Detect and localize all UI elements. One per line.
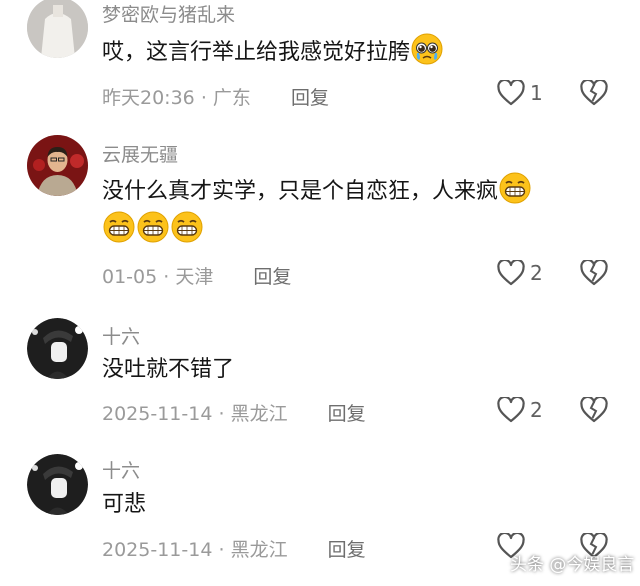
- heart-icon: [497, 260, 525, 286]
- grinning-face-emoji-icon: [137, 211, 169, 243]
- like-button[interactable]: 1: [497, 80, 543, 106]
- comment-location: 广东: [212, 87, 251, 109]
- like-button[interactable]: 2: [497, 260, 543, 286]
- reply-button[interactable]: 回复: [253, 266, 291, 288]
- comment-date: 昨天20:36: [102, 87, 195, 109]
- meta-separator: ·: [218, 539, 225, 561]
- comment-text: 可悲: [102, 486, 612, 524]
- grinning-face-emoji-icon: [499, 172, 531, 204]
- comment-meta: 01-05 · 天津 回复: [102, 262, 291, 289]
- avatar[interactable]: [27, 318, 88, 379]
- like-count: 2: [530, 398, 543, 422]
- emoji-row: [102, 211, 204, 243]
- comment-meta: 2025-11-14 · 黑龙江 回复: [102, 399, 366, 426]
- dislike-button[interactable]: [580, 258, 608, 290]
- comment-date: 2025-11-14: [102, 539, 213, 561]
- reply-button[interactable]: 回复: [328, 539, 366, 561]
- username[interactable]: 十六: [102, 456, 140, 483]
- like-count: 1: [530, 81, 543, 105]
- comment-text: 哎，这言行举止给我感觉好拉胯: [102, 33, 612, 72]
- broken-heart-icon: [580, 258, 608, 286]
- broken-heart-icon: [580, 78, 608, 106]
- comment-item: 梦密欧与猪乱来 哎，这言行举止给我感觉好拉胯 昨天20:36 · 广东 回复 1: [0, 0, 640, 120]
- like-count: 2: [530, 261, 543, 285]
- dislike-button[interactable]: [580, 78, 608, 110]
- avatar[interactable]: [27, 0, 88, 58]
- comment-text-body: 没什么真才实学，只是个自恋狂，人来疯: [102, 179, 499, 204]
- username[interactable]: 梦密欧与猪乱来: [102, 0, 235, 27]
- username[interactable]: 云展无疆: [102, 140, 178, 167]
- grinning-face-emoji-icon: [103, 211, 135, 243]
- avatar[interactable]: [27, 135, 88, 196]
- heart-icon: [497, 80, 525, 106]
- comment-date: 2025-11-14: [102, 403, 213, 425]
- reply-button[interactable]: 回复: [328, 403, 366, 425]
- comment-location: 黑龙江: [230, 403, 288, 425]
- meta-separator: ·: [200, 87, 207, 109]
- meta-separator: ·: [218, 403, 225, 425]
- comment-meta: 昨天20:36 · 广东 回复: [102, 83, 329, 110]
- username[interactable]: 十六: [102, 322, 140, 349]
- broken-heart-icon: [580, 395, 608, 423]
- pleading-face-emoji-icon: [411, 33, 443, 65]
- comment-item: 云展无疆 没什么真才实学，只是个自恋狂，人来疯 01-05 · 天津 回复 2: [0, 130, 640, 310]
- comment-location: 天津: [175, 266, 214, 288]
- comment-date: 01-05: [102, 266, 158, 288]
- comment-meta: 2025-11-14 · 黑龙江 回复: [102, 535, 366, 562]
- comment-text-body: 可悲: [102, 492, 147, 517]
- like-button[interactable]: 2: [497, 397, 543, 423]
- avatar[interactable]: [27, 454, 88, 515]
- meta-separator: ·: [163, 266, 170, 288]
- dislike-button[interactable]: [580, 395, 608, 427]
- comment-location: 黑龙江: [230, 539, 288, 561]
- grinning-face-emoji-icon: [171, 211, 203, 243]
- comment-item: 十六 没吐就不错了 2025-11-14 · 黑龙江 回复 2: [0, 310, 640, 440]
- comment-text-body: 没吐就不错了: [102, 357, 235, 382]
- comment-text: 没什么真才实学，只是个自恋狂，人来疯: [102, 172, 612, 250]
- reply-button[interactable]: 回复: [291, 87, 329, 109]
- comment-text: 没吐就不错了: [102, 351, 612, 389]
- comment-text-body: 哎，这言行举止给我感觉好拉胯: [102, 40, 411, 65]
- watermark: 头条 @今娱良言: [510, 555, 635, 575]
- heart-icon: [497, 397, 525, 423]
